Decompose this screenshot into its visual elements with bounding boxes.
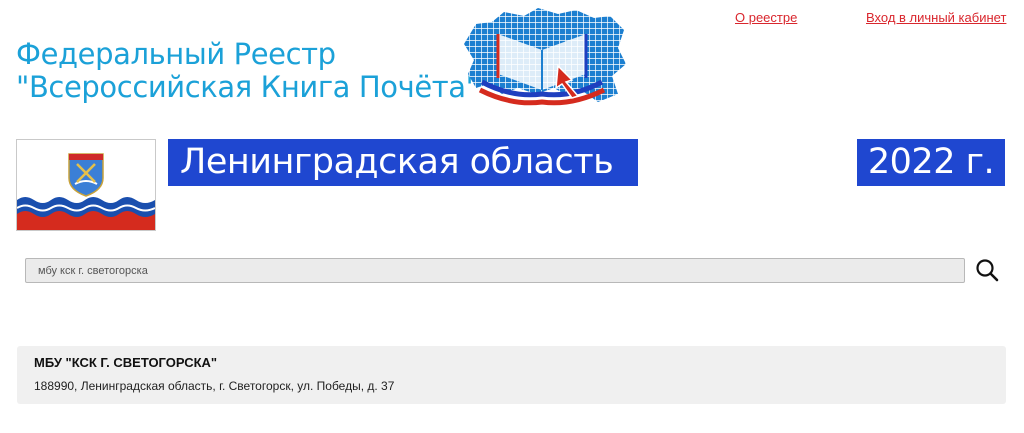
login-cabinet-link[interactable]: Вход в личный кабинет: [866, 10, 1006, 25]
region-flag: [16, 139, 156, 231]
year-banner: 2022 г.: [857, 139, 1005, 186]
search-icon: [976, 259, 999, 282]
site-title-line2: "Всероссийская Книга Почёта": [16, 70, 479, 104]
search-button[interactable]: [974, 257, 1000, 283]
region-name-banner: Ленинградская область: [168, 139, 638, 186]
site-title: Федеральный Реестр "Всероссийская Книга …: [16, 38, 479, 104]
result-organization-name[interactable]: МБУ "КСК Г. СВЕТОГОРСКА": [34, 355, 217, 370]
leningrad-oblast-flag-icon: [17, 140, 155, 230]
result-address: 188990, Ленинградская область, г. Светог…: [34, 379, 395, 393]
book-of-honor-logo: [464, 8, 626, 106]
about-registry-link[interactable]: О реестре: [735, 10, 797, 25]
site-title-line1: Федеральный Реестр: [16, 37, 336, 71]
search-input[interactable]: [25, 258, 965, 283]
search-result-item[interactable]: МБУ "КСК Г. СВЕТОГОРСКА" 188990, Ленингр…: [17, 346, 1006, 404]
